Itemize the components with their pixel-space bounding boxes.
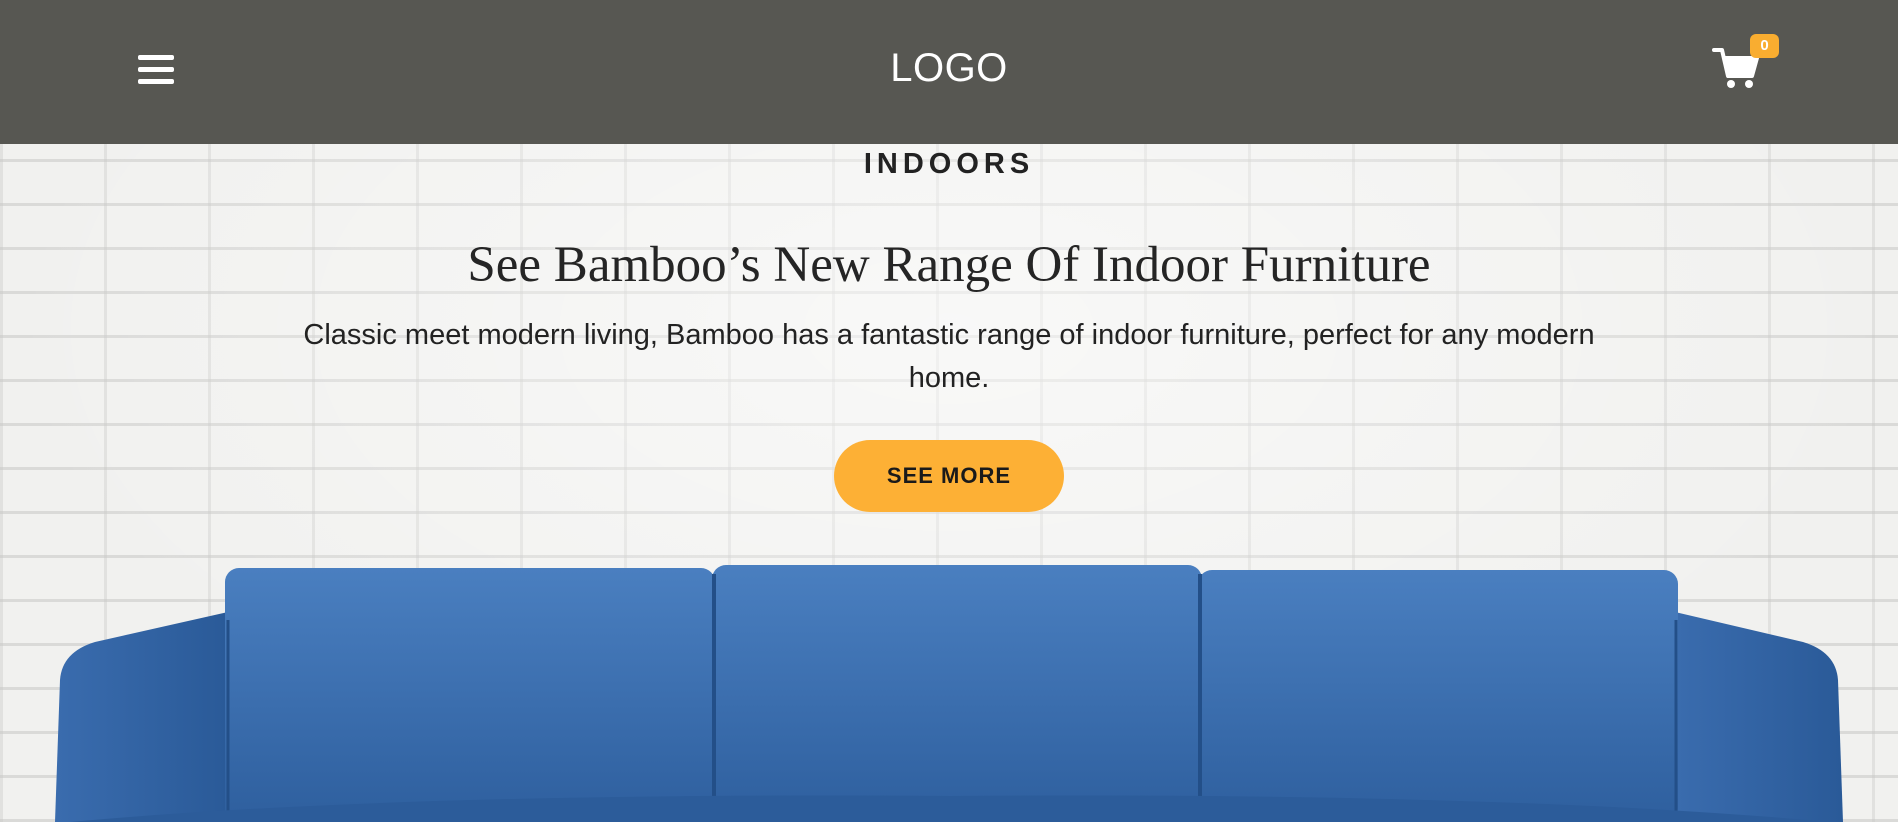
cart-count-badge: 0 [1750,34,1779,58]
see-more-button[interactable]: SEE MORE [834,440,1064,512]
site-header: LOGO 0 [0,0,1898,144]
hamburger-menu-icon [138,55,174,60]
site-logo[interactable]: LOGO [849,46,1049,91]
hero-page: LOGO 0 INDOORS See Bamboo’s New Range Of… [0,0,1898,822]
section-eyebrow: INDOORS [863,148,1035,180]
menu-button[interactable] [138,52,176,86]
hero-description: Classic meet modern living, Bamboo has a… [303,319,1595,394]
sofa-image [55,565,1843,822]
hero-title: See Bamboo’s New Range Of Indoor Furnitu… [467,237,1431,293]
